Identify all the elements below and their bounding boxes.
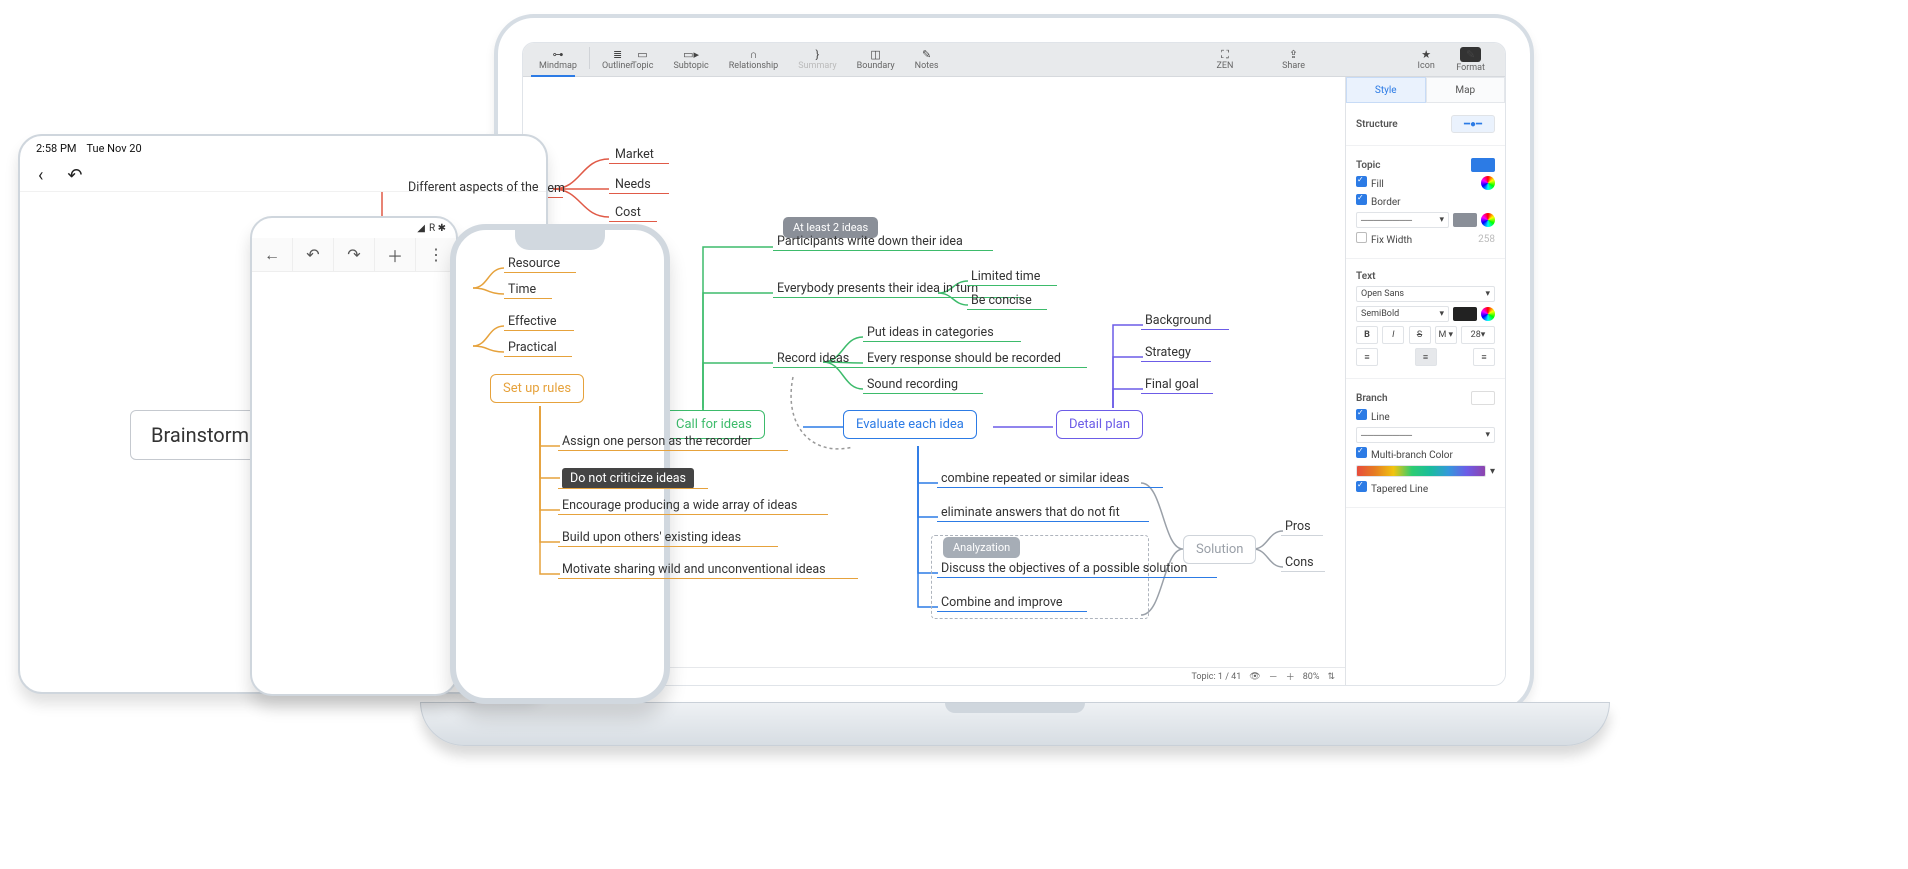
label-branch: Branch bbox=[1356, 393, 1388, 404]
android-toolbar: ← ↶ ↷ ＋ ⋮ bbox=[252, 238, 456, 272]
android-frame: ◢ R ✱ ← ↶ ↷ ＋ ⋮ bbox=[250, 216, 458, 696]
text-color[interactable] bbox=[1453, 307, 1477, 321]
tablet-statusbar: 2:58 PM Tue Nov 20 bbox=[20, 136, 546, 160]
leaf-c2b[interactable]: Be concise bbox=[971, 293, 1032, 308]
android-signal-icon: ◢ bbox=[417, 223, 425, 234]
chk-multibranch[interactable] bbox=[1356, 447, 1367, 458]
android-undo[interactable]: ↶ bbox=[293, 238, 334, 271]
leaf-c3a[interactable]: Put ideas in categories bbox=[867, 325, 994, 340]
insert-subtopic[interactable]: ▭▸Subtopic bbox=[663, 47, 718, 73]
font-family[interactable]: Open Sans▾ bbox=[1356, 286, 1495, 302]
back-icon[interactable]: ‹ bbox=[38, 165, 43, 186]
node-solution[interactable]: Solution bbox=[1183, 535, 1256, 564]
leaf-needs[interactable]: Needs bbox=[615, 177, 651, 192]
btn-case[interactable]: M ▾ bbox=[1435, 326, 1457, 344]
chk-fixwidth[interactable] bbox=[1356, 232, 1367, 243]
leaf-c1[interactable]: Participants write down their idea bbox=[777, 234, 963, 249]
chk-border[interactable] bbox=[1356, 194, 1367, 205]
badge-analyzation: Analyzation bbox=[943, 537, 1020, 558]
border-color-wheel[interactable] bbox=[1481, 213, 1495, 227]
tablet-time: 2:58 PM bbox=[36, 142, 76, 155]
format-sidebar: Style Map Structure ━●━ Topic Fill Borde… bbox=[1345, 77, 1505, 685]
leaf-market[interactable]: Market bbox=[615, 147, 654, 162]
app-toolbar: ⊶Mindmap ≣Outliner ▭Topic ▭▸Subtopic ∩Re… bbox=[523, 43, 1505, 77]
undo-icon[interactable]: ↶ bbox=[67, 165, 82, 186]
visibility-icon[interactable]: 👁 bbox=[1249, 672, 1260, 682]
iphone-notch bbox=[515, 230, 605, 250]
leaf-s2[interactable]: Cons bbox=[1285, 555, 1314, 570]
leaf-c2[interactable]: Everybody presents their idea in turn bbox=[777, 281, 978, 296]
btn-bold[interactable]: B bbox=[1356, 326, 1378, 344]
leaf-c3[interactable]: Record ideas bbox=[777, 351, 849, 366]
tablet-date: Tue Nov 20 bbox=[86, 142, 141, 155]
leaf-e2[interactable]: eliminate answers that do not fit bbox=[941, 505, 1120, 520]
insert-notes[interactable]: ✎Notes bbox=[905, 47, 949, 73]
topic-shape[interactable] bbox=[1471, 158, 1495, 172]
fixwidth-value: 258 bbox=[1478, 234, 1495, 245]
zen-mode[interactable]: ⛶ZEN bbox=[1205, 47, 1245, 73]
border-color[interactable] bbox=[1453, 213, 1477, 227]
android-back[interactable]: ← bbox=[252, 238, 293, 271]
android-redo[interactable]: ↷ bbox=[334, 238, 375, 271]
leaf-cost[interactable]: Cost bbox=[615, 205, 641, 220]
multibranch-palette[interactable] bbox=[1356, 465, 1486, 477]
line-style[interactable]: ────────▾ bbox=[1356, 427, 1495, 443]
laptop-base bbox=[420, 702, 1610, 746]
btn-italic[interactable]: I bbox=[1382, 326, 1404, 344]
label-structure: Structure bbox=[1356, 119, 1398, 130]
font-weight[interactable]: SemiBold▾ bbox=[1356, 306, 1449, 322]
zoom-stepper-icon[interactable]: ⇅ bbox=[1327, 672, 1335, 682]
tab-map[interactable]: Map bbox=[1426, 77, 1506, 103]
align-right[interactable]: ≡ bbox=[1473, 348, 1495, 366]
insert-summary[interactable]: }Summary bbox=[788, 47, 846, 73]
leaf-aspects[interactable]: Different aspects of the bbox=[408, 180, 539, 195]
leaf-e3[interactable]: Discuss the objectives of a possible sol… bbox=[941, 561, 1187, 576]
leaf-d2[interactable]: Strategy bbox=[1145, 345, 1191, 360]
leaf-s1[interactable]: Pros bbox=[1285, 519, 1311, 534]
leaf-d3[interactable]: Final goal bbox=[1145, 377, 1199, 392]
label-topic: Topic bbox=[1356, 160, 1380, 171]
insert-boundary[interactable]: ◫Boundary bbox=[847, 47, 905, 73]
btn-strike[interactable]: S bbox=[1409, 326, 1431, 344]
text-color-wheel[interactable] bbox=[1481, 307, 1495, 321]
insert-relationship[interactable]: ∩Relationship bbox=[719, 47, 788, 73]
zoom-out[interactable]: － bbox=[1269, 670, 1278, 683]
status-topic-count: Topic: 1 / 41 bbox=[1191, 672, 1241, 682]
tab-style[interactable]: Style bbox=[1346, 77, 1426, 103]
node-evaluate[interactable]: Evaluate each idea bbox=[843, 410, 977, 439]
chk-line[interactable] bbox=[1356, 409, 1367, 420]
leaf-d1[interactable]: Background bbox=[1145, 313, 1211, 328]
leaf-e1[interactable]: combine repeated or similar ideas bbox=[941, 471, 1130, 486]
leaf-c2a[interactable]: Limited time bbox=[971, 269, 1040, 284]
branch-shape[interactable] bbox=[1471, 391, 1495, 405]
share-button[interactable]: ⇪Share bbox=[1272, 47, 1315, 73]
node-call-for-ideas[interactable]: Call for ideas bbox=[663, 410, 765, 439]
structure-picker[interactable]: ━●━ bbox=[1451, 115, 1495, 133]
leaf-c3b[interactable]: Every response should be recorded bbox=[867, 351, 1061, 366]
align-center[interactable]: ≡ bbox=[1415, 348, 1437, 366]
chk-tapered[interactable] bbox=[1356, 481, 1367, 492]
zoom-value[interactable]: 80% bbox=[1303, 672, 1320, 682]
align-left[interactable]: ≡ bbox=[1356, 348, 1378, 366]
label-text: Text bbox=[1356, 271, 1376, 282]
view-mindmap[interactable]: ⊶Mindmap bbox=[529, 47, 587, 73]
chk-fill[interactable] bbox=[1356, 176, 1367, 187]
leaf-c3c[interactable]: Sound recording bbox=[867, 377, 958, 392]
icon-panel[interactable]: ★Icon bbox=[1406, 45, 1446, 75]
leaf-e4[interactable]: Combine and improve bbox=[941, 595, 1063, 610]
android-status-text: R ✱ bbox=[429, 223, 446, 234]
android-add[interactable]: ＋ bbox=[375, 238, 416, 271]
zoom-in[interactable]: ＋ bbox=[1286, 670, 1295, 683]
insert-topic[interactable]: ▭Topic bbox=[621, 47, 663, 73]
iphone-frame bbox=[450, 224, 670, 704]
font-size[interactable]: 28 ▾ bbox=[1461, 326, 1495, 344]
format-panel[interactable]: ✎Format bbox=[1446, 45, 1495, 75]
node-detail-plan[interactable]: Detail plan bbox=[1056, 410, 1143, 439]
border-style[interactable]: ────────▾ bbox=[1356, 212, 1449, 228]
android-statusbar: ◢ R ✱ bbox=[252, 218, 456, 238]
fill-color[interactable] bbox=[1481, 176, 1495, 190]
